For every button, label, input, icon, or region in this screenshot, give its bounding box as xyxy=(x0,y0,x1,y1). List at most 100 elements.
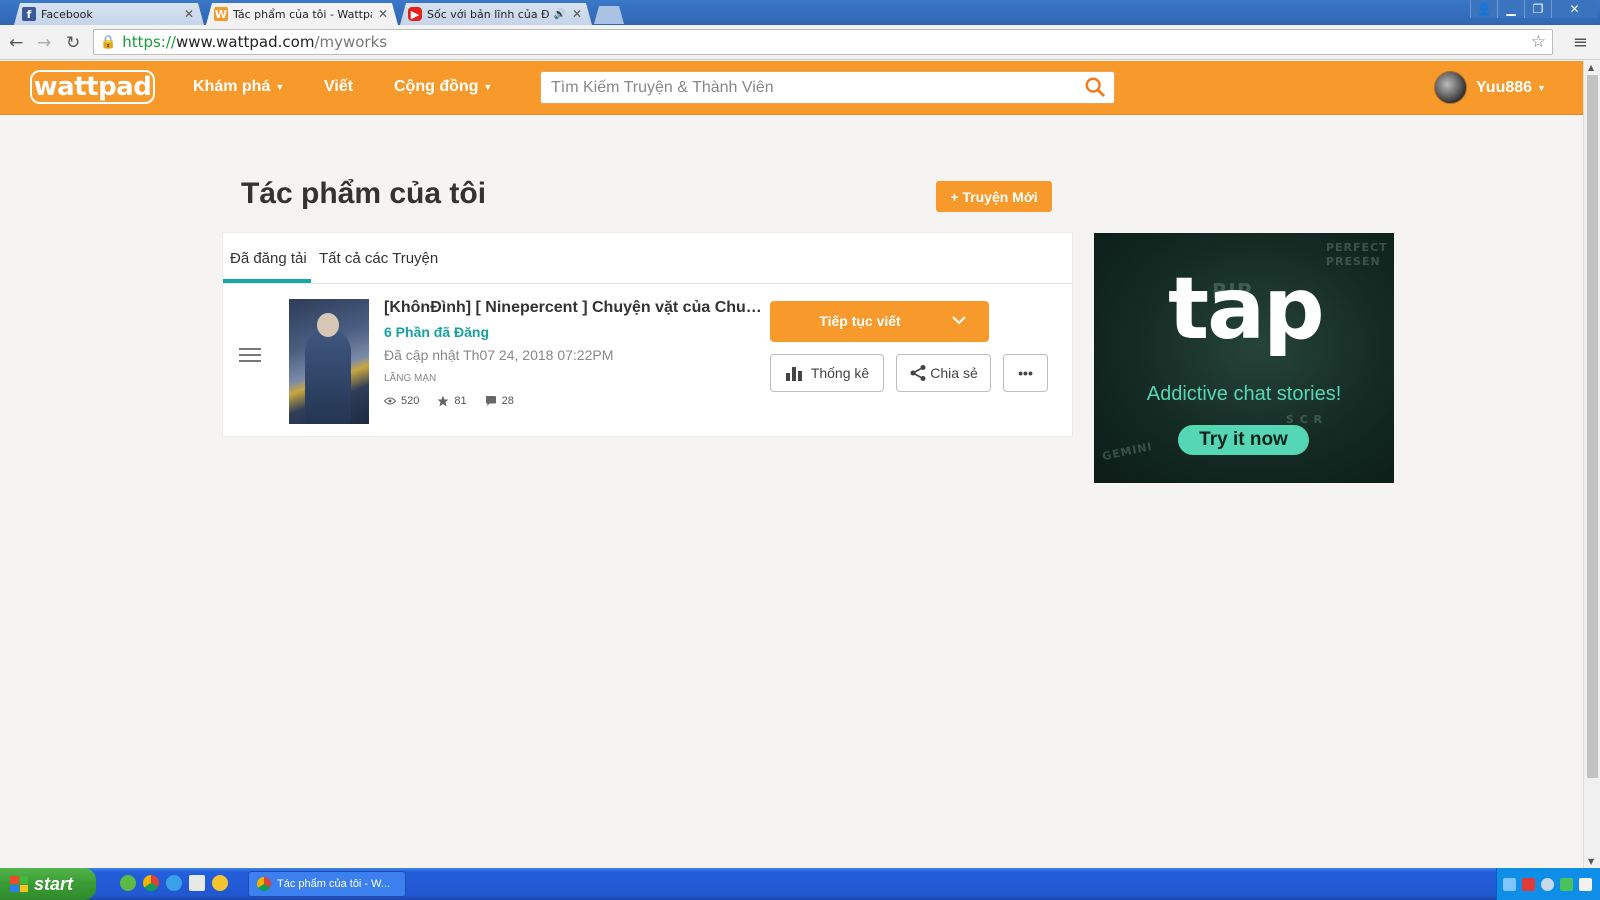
caret-down-icon: ▼ xyxy=(1537,82,1546,93)
comments-count: 28 xyxy=(501,395,514,407)
taskbar-chrome-window[interactable]: Tác phẩm của tôi - W... xyxy=(248,871,406,897)
start-label: start xyxy=(34,873,74,894)
nav-community[interactable]: Cộng đồng ▼ xyxy=(394,78,492,96)
drag-handle-icon[interactable] xyxy=(239,348,261,364)
internet-explorer-icon[interactable] xyxy=(166,875,182,891)
more-options-button[interactable]: ••• xyxy=(1003,354,1048,392)
caret-down-icon: ▼ xyxy=(275,81,285,92)
works-tabs: Đã đăng tải Tất cả các Truyện xyxy=(223,233,1072,284)
ad-cta-button[interactable]: Try it now xyxy=(1178,425,1309,455)
volume-icon[interactable] xyxy=(1579,877,1592,891)
quicklaunch-app-icon[interactable] xyxy=(120,875,136,891)
continue-writing-button[interactable]: Tiếp tục viết xyxy=(770,301,989,342)
tab-wattpad[interactable]: W Tác phẩm của tôi - Wattpad ✕ xyxy=(206,3,398,25)
restore-icon[interactable]: ❐ xyxy=(1524,0,1551,18)
window-controls: 👤 ▁ ❐ ✕ xyxy=(1470,0,1597,18)
tab-published[interactable]: Đã đăng tải xyxy=(230,250,307,267)
comment-icon xyxy=(485,396,496,406)
youtube-icon: ▶ xyxy=(408,7,422,21)
network-icon[interactable] xyxy=(1503,877,1516,891)
tab-title: Facebook xyxy=(41,7,93,21)
tab-title: Sốc với bản lĩnh của Đại N xyxy=(427,7,550,21)
tab-facebook[interactable]: f Facebook ✕ xyxy=(14,3,204,25)
chrome-icon[interactable] xyxy=(143,875,159,891)
tab-all-stories[interactable]: Tất cả các Truyện xyxy=(319,250,438,267)
active-tab-indicator xyxy=(223,279,311,283)
speaker-icon[interactable]: 🔊 xyxy=(553,9,565,20)
new-tab-button[interactable] xyxy=(594,6,624,24)
ad-ghost-text: PERFECT xyxy=(1326,241,1388,254)
search-icon[interactable] xyxy=(1084,76,1106,98)
new-story-button[interactable]: + Truyện Mới xyxy=(936,181,1052,212)
close-icon[interactable]: ✕ xyxy=(378,7,388,21)
username: Yuu886 xyxy=(1476,78,1533,96)
page-scrollbar[interactable]: ▲ ▼ xyxy=(1583,61,1600,868)
lock-icon: 🔒 xyxy=(100,34,117,50)
published-parts[interactable]: 6 Phần đã Đăng xyxy=(384,324,489,340)
forward-arrow-icon[interactable]: → xyxy=(37,33,51,53)
nav-discover-label: Khám phá xyxy=(193,78,271,95)
site-header: wattpad Khám phá ▼ Viết Cộng đồng ▼ Yuu886… xyxy=(0,61,1583,115)
ad-banner[interactable]: PERFECT PRESEN RIP GEMINI S C R tap Addi… xyxy=(1094,233,1394,483)
tray-app-icon[interactable] xyxy=(1541,877,1554,891)
stats-button[interactable]: Thống kê xyxy=(770,354,884,392)
caret-down-icon: ▼ xyxy=(483,81,493,92)
back-arrow-icon[interactable]: ← xyxy=(9,33,23,53)
views-count: 520 xyxy=(401,395,420,407)
votes-stat: 81 xyxy=(437,395,467,407)
stats-label: Thống kê xyxy=(810,365,870,381)
close-icon[interactable]: ✕ xyxy=(572,7,582,21)
search-input[interactable] xyxy=(541,72,1061,103)
scroll-up-icon[interactable]: ▲ xyxy=(1588,63,1594,72)
security-icon[interactable] xyxy=(1560,877,1573,891)
search-box xyxy=(540,71,1115,104)
scroll-down-icon[interactable]: ▼ xyxy=(1588,857,1594,866)
browser-menu-icon[interactable]: ≡ xyxy=(1573,32,1588,53)
star-icon xyxy=(437,395,449,407)
media-player-icon[interactable] xyxy=(212,875,228,891)
bar-chart-icon xyxy=(785,367,802,381)
story-genre: LÃNG MẠN xyxy=(384,373,437,384)
url-path: /myworks xyxy=(314,33,388,51)
share-icon xyxy=(910,365,926,381)
story-cover[interactable] xyxy=(289,299,369,424)
wattpad-logo[interactable]: wattpad xyxy=(30,70,155,104)
share-button[interactable]: Chia sẻ xyxy=(896,354,991,392)
more-options-icon: ••• xyxy=(1018,365,1033,381)
minimize-icon[interactable]: ▁ xyxy=(1497,0,1524,18)
votes-count: 81 xyxy=(454,395,467,407)
wattpad-icon: W xyxy=(214,7,228,21)
continue-writing-label: Tiếp tục viết xyxy=(819,313,901,329)
profile-icon[interactable]: 👤 xyxy=(1470,0,1497,18)
facebook-icon: f xyxy=(22,7,36,21)
nav-discover[interactable]: Khám phá ▼ xyxy=(193,78,284,96)
page-title: Tác phẩm của tôi xyxy=(241,177,487,210)
ad-brand: tap xyxy=(1168,259,1325,359)
start-button[interactable]: start xyxy=(0,868,96,900)
browser-tab-strip: f Facebook ✕ W Tác phẩm của tôi - Wattpa… xyxy=(0,0,1600,25)
nav-write[interactable]: Viết xyxy=(324,78,353,96)
cover-figure-head xyxy=(317,313,339,337)
scrollbar-thumb[interactable] xyxy=(1587,75,1598,778)
ad-ghost-text: PRESEN xyxy=(1326,255,1381,268)
chevron-down-icon[interactable] xyxy=(951,312,967,328)
unikey-v-icon[interactable] xyxy=(1522,877,1535,891)
unikey-icon[interactable] xyxy=(189,875,205,891)
last-updated: Đã cập nhật Th07 24, 2018 07:22PM xyxy=(384,347,614,363)
taskbar-window-label: Tác phẩm của tôi - W... xyxy=(277,878,391,890)
taskbar: start Tác phẩm của tôi - W... xyxy=(0,868,1600,900)
reload-icon[interactable]: ↻ xyxy=(66,33,80,53)
user-menu[interactable]: Yuu886 ▼ xyxy=(1434,71,1546,104)
tab-youtube[interactable]: ▶ Sốc với bản lĩnh của Đại N 🔊 ✕ xyxy=(400,3,592,25)
nav-write-label: Viết xyxy=(324,78,354,95)
address-bar[interactable]: 🔒 https:// www.wattpad.com /myworks ☆ xyxy=(93,29,1553,55)
ad-tagline: Addictive chat stories! xyxy=(1146,383,1342,405)
tab-title: Tác phẩm của tôi - Wattpad xyxy=(233,7,372,21)
close-window-icon[interactable]: ✕ xyxy=(1551,0,1597,18)
works-card: Đã đăng tải Tất cả các Truyện [KhônĐình]… xyxy=(222,232,1073,437)
browser-toolbar: ← → ↻ 🔒 https:// www.wattpad.com /mywork… xyxy=(0,25,1600,60)
story-title[interactable]: [KhônĐình] [ Ninepercent ] Chuyện vặt củ… xyxy=(384,299,766,317)
system-tray xyxy=(1496,868,1600,900)
close-icon[interactable]: ✕ xyxy=(184,7,194,21)
bookmark-star-icon[interactable]: ☆ xyxy=(1531,32,1546,52)
